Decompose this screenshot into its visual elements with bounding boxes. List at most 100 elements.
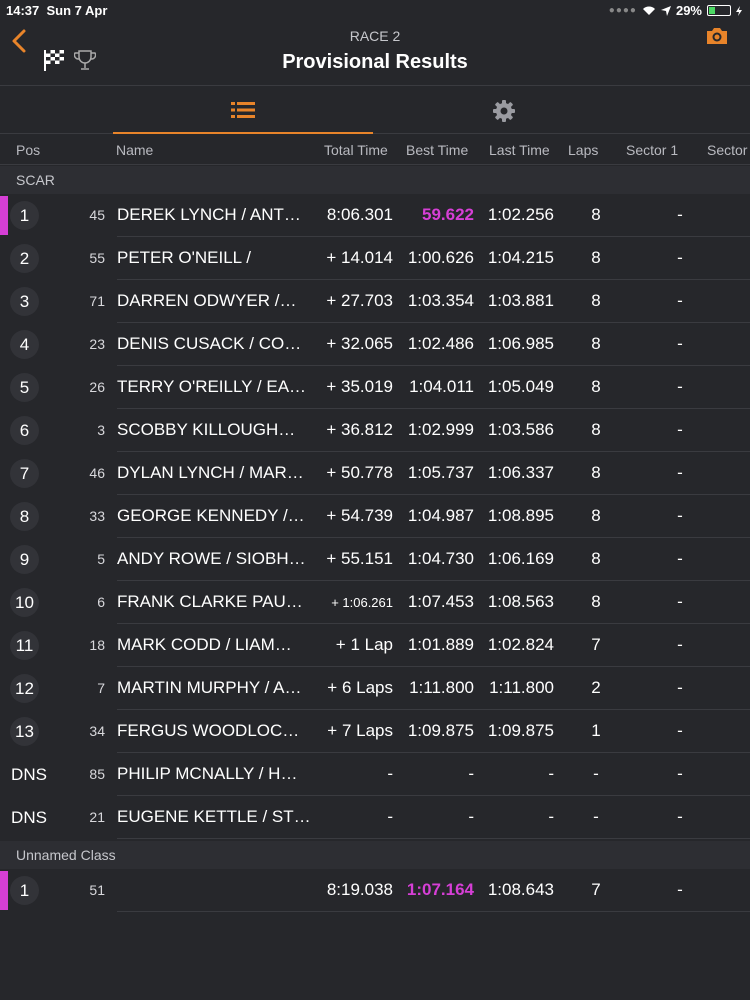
best-time: 1:04.987 — [407, 506, 474, 525]
sector-1-time: - — [677, 678, 683, 697]
header-name[interactable]: Name — [116, 142, 153, 158]
last-time: 1:05.049 — [487, 377, 554, 396]
car-number: 33 — [89, 508, 105, 524]
result-row[interactable]: 11 18 MARK CODD / LIAM… + 1 Lap 1:01.889 1:02… — [0, 624, 750, 667]
last-time: 1:08.643 — [487, 880, 554, 899]
total-time: + 6 Laps — [327, 678, 393, 697]
tab-settings[interactable] — [373, 88, 635, 134]
header-sector-2[interactable]: Sector — [707, 142, 747, 158]
best-time: 1:02.999 — [407, 420, 474, 439]
result-row[interactable]: 13 34 FERGUS WOODLOC… + 7 Laps 1:09.875 1:09.… — [0, 710, 750, 753]
position-badge: 11 — [10, 631, 39, 660]
header-last-time[interactable]: Last Time — [489, 142, 550, 158]
result-row[interactable]: 1 45 DEREK LYNCH / ANT… 8:06.301 59.622 1:02.… — [0, 194, 750, 237]
laps-count: 7 — [591, 880, 601, 899]
sector-1-time: - — [677, 635, 683, 654]
best-time: 1:01.889 — [407, 635, 474, 654]
status-bar: 14:37 Sun 7 Apr ●●●● 29% — [0, 0, 750, 20]
result-row[interactable]: 4 23 DENIS CUSACK / CO… + 32.065 1:02.486 1:0… — [0, 323, 750, 366]
car-number: 7 — [97, 680, 105, 696]
status-right: ●●●● 29% — [609, 3, 742, 18]
sector-1-time: - — [677, 506, 683, 525]
car-number: 55 — [89, 250, 105, 266]
header-pos[interactable]: Pos — [16, 142, 40, 158]
battery-icon — [707, 5, 731, 16]
car-number: 21 — [89, 809, 105, 825]
position-badge: 5 — [10, 373, 39, 402]
result-row[interactable]: DNS 85 PHILIP MCNALLY / H… - - - - - — [0, 753, 750, 796]
position-badge: 3 — [10, 287, 39, 316]
total-time: + 14.014 — [326, 248, 393, 267]
class-name: SCAR — [16, 172, 55, 188]
result-row[interactable]: 7 46 DYLAN LYNCH / MAR… + 50.778 1:05.737 1:0… — [0, 452, 750, 495]
header-laps[interactable]: Laps — [568, 142, 598, 158]
total-time: + 32.065 — [326, 334, 393, 353]
sector-1-time: - — [677, 721, 683, 740]
driver-name: MARK CODD / LIAM… — [117, 635, 292, 654]
result-row[interactable]: 12 7 MARTIN MURPHY / A… + 6 Laps 1:11.800 1:1… — [0, 667, 750, 710]
result-row[interactable]: 1 51 8:19.038 1:07.164 1:08.643 7 - — [0, 869, 750, 912]
car-number: 3 — [97, 422, 105, 438]
sector-1-time: - — [677, 764, 683, 783]
view-tabs — [0, 88, 750, 134]
car-number: 45 — [89, 207, 105, 223]
last-time: 1:04.215 — [487, 248, 554, 267]
best-time: - — [468, 807, 474, 826]
car-number: 6 — [97, 594, 105, 610]
result-row[interactable]: 8 33 GEORGE KENNEDY /… + 54.739 1:04.987 1:08… — [0, 495, 750, 538]
driver-name: FERGUS WOODLOC… — [117, 721, 300, 740]
driver-name: DYLAN LYNCH / MAR… — [117, 463, 304, 482]
last-time: - — [548, 764, 554, 783]
result-row[interactable]: 5 26 TERRY O'REILLY / EA… + 35.019 1:04.011 1… — [0, 366, 750, 409]
result-row[interactable]: DNS 21 EUGENE KETTLE / ST… - - - - - — [0, 796, 750, 839]
tab-results-list[interactable] — [113, 88, 373, 134]
laps-count: 8 — [591, 549, 601, 568]
sector-1-time: - — [677, 205, 683, 224]
result-row[interactable]: 9 5 ANDY ROWE / SIOBH… + 55.151 1:04.730 1:06… — [0, 538, 750, 581]
result-row[interactable]: 2 55 PETER O'NEILL / + 14.014 1:00.626 1:04.2… — [0, 237, 750, 280]
laps-count: 8 — [591, 377, 601, 396]
position-badge: 9 — [10, 545, 39, 574]
driver-name: SCOBBY KILLOUGH… — [117, 420, 296, 439]
position-badge: 12 — [10, 674, 39, 703]
car-number: 85 — [89, 766, 105, 782]
laps-count: - — [593, 807, 599, 826]
position-badge: DNS — [11, 808, 47, 827]
total-time: - — [387, 764, 393, 783]
header-total-time[interactable]: Total Time — [324, 142, 388, 158]
sector-1-time: - — [677, 420, 683, 439]
sector-1-time: - — [677, 334, 683, 353]
header-sector-1[interactable]: Sector 1 — [626, 142, 678, 158]
battery-percent: 29% — [675, 3, 702, 18]
best-time: 1:03.354 — [407, 291, 474, 310]
last-time: - — [548, 807, 554, 826]
fastest-lap-marker — [0, 871, 8, 910]
total-time: - — [387, 807, 393, 826]
result-row[interactable]: 10 6 FRANK CLARKE PAU… + 1:06.261 1:07.453 1:… — [0, 581, 750, 624]
best-time: 1:11.800 — [409, 678, 474, 697]
header-best-time[interactable]: Best Time — [406, 142, 468, 158]
laps-count: 8 — [591, 334, 601, 353]
race-label: RACE 2 — [349, 28, 401, 44]
result-row[interactable]: 6 3 SCOBBY KILLOUGH… + 36.812 1:02.999 1:03.5… — [0, 409, 750, 452]
position-badge: 4 — [10, 330, 39, 359]
gear-icon — [493, 100, 515, 122]
list-icon — [231, 102, 255, 118]
laps-count: 8 — [591, 248, 601, 267]
camera-icon[interactable] — [706, 27, 728, 45]
result-row[interactable]: 3 71 DARREN ODWYER /… + 27.703 1:03.354 1:03.… — [0, 280, 750, 323]
laps-count: 8 — [591, 463, 601, 482]
best-time: - — [468, 764, 474, 783]
signal-icon: ●●●● — [608, 5, 637, 16]
position-badge: 8 — [10, 502, 39, 531]
total-time: + 55.151 — [326, 549, 393, 568]
driver-name: TERRY O'REILLY / EA… — [117, 377, 307, 396]
sector-1-time: - — [677, 377, 683, 396]
wifi-icon — [642, 6, 655, 15]
column-headers: Pos Name Total Time Best Time Last Time … — [0, 135, 750, 165]
laps-count: 8 — [591, 592, 601, 611]
sector-1-time: - — [677, 807, 683, 826]
total-time: + 50.778 — [326, 463, 393, 482]
class-header: SCAR — [0, 166, 750, 194]
best-time: 1:05.737 — [407, 463, 474, 482]
